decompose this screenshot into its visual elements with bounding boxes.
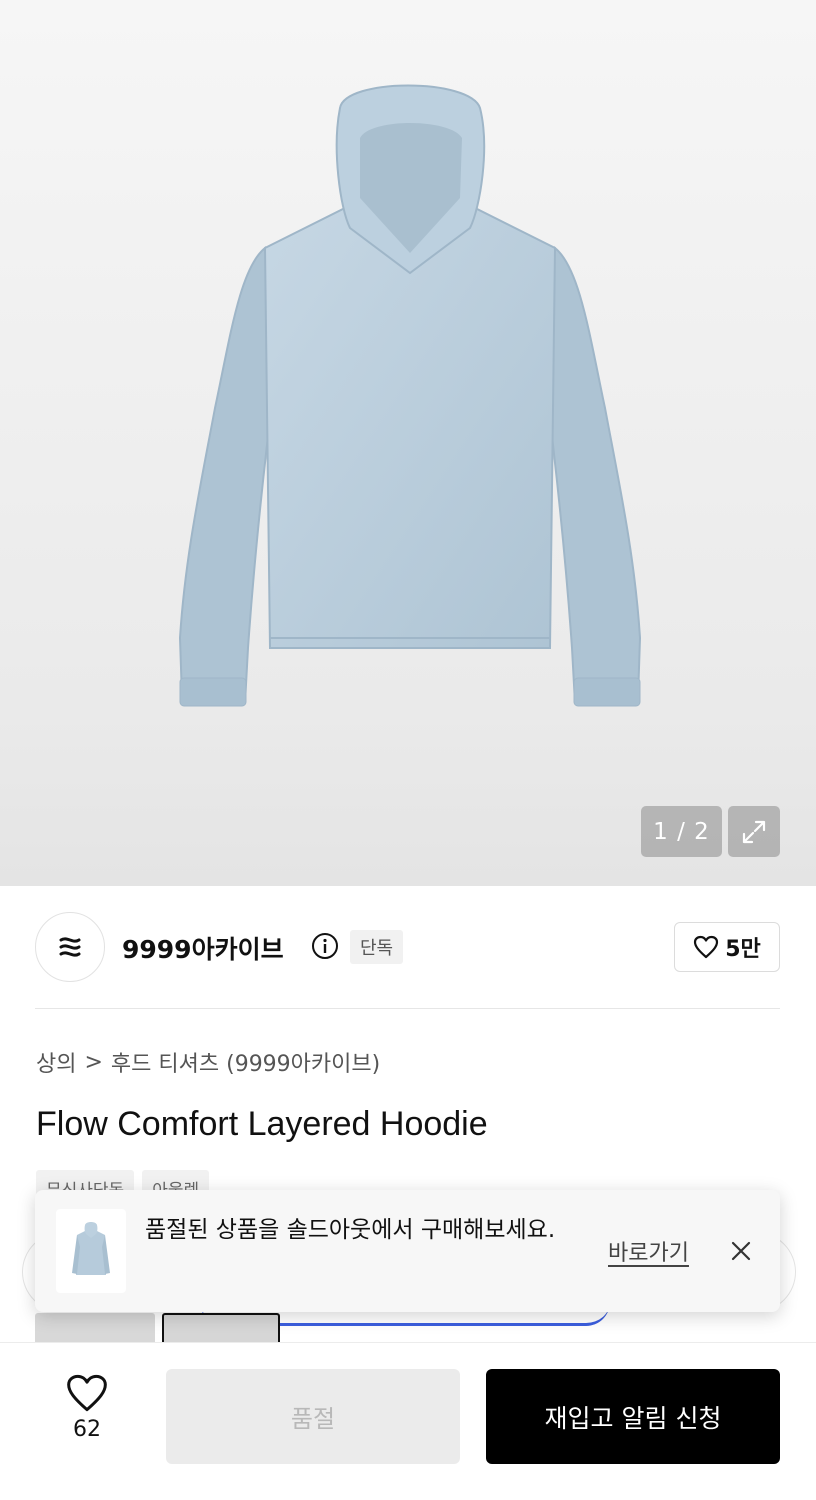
expand-arrows-icon: [742, 820, 766, 843]
image-counter: 1 / 2: [641, 806, 722, 857]
soldout-button[interactable]: 품절: [166, 1369, 460, 1464]
hoodie-thumbnail-image: [72, 1222, 110, 1275]
brand-row: 9999아카이브 단독 5만: [35, 912, 780, 982]
brand-name[interactable]: 9999아카이브: [122, 930, 284, 966]
heart-icon: [694, 935, 719, 959]
wish-button[interactable]: 62: [55, 1373, 119, 1463]
brand-logo[interactable]: [35, 912, 105, 982]
product-page: 1 / 2 9999아카이브 단독 5만 상의 > 후드 티셔츠 (9999아카…: [0, 0, 816, 1500]
chevron-right-icon: >: [84, 1049, 103, 1075]
exclusive-badge: 단독: [350, 930, 404, 964]
divider: [35, 1008, 780, 1009]
close-icon: [731, 1241, 751, 1261]
toast-message: 품절된 상품을 솔드아웃에서 구매해보세요.: [145, 1217, 556, 1243]
color-thumbnail-selected[interactable]: [162, 1313, 280, 1343]
hoodie-image: [178, 84, 642, 707]
expand-image-button[interactable]: [728, 806, 780, 857]
breadcrumb-category[interactable]: 상의: [36, 1046, 76, 1078]
product-title: Flow Comfort Layered Hoodie: [36, 1105, 488, 1143]
brand-like-button[interactable]: 5만: [674, 922, 780, 972]
bottom-action-bar: 62 품절 재입고 알림 신청: [0, 1342, 816, 1500]
soldout-toast: 품절된 상품을 솔드아웃에서 구매해보세요. 바로가기: [35, 1190, 780, 1312]
toast-product-thumbnail: [56, 1209, 126, 1293]
breadcrumb-subcategory[interactable]: 후드 티셔츠 (9999아카이브): [111, 1046, 380, 1078]
toast-go-link[interactable]: 바로가기: [608, 1235, 689, 1267]
brand-logo-icon: [59, 937, 81, 957]
toast-close-button[interactable]: [725, 1235, 757, 1267]
product-image-viewer[interactable]: 1 / 2: [0, 0, 816, 886]
brand-like-count: 5만: [725, 937, 761, 962]
heart-icon: [67, 1374, 107, 1412]
wish-count: 62: [73, 1417, 101, 1442]
color-thumbnail[interactable]: [35, 1313, 155, 1343]
restock-alert-button[interactable]: 재입고 알림 신청: [486, 1369, 780, 1464]
breadcrumb: 상의 > 후드 티셔츠 (9999아카이브): [36, 1046, 380, 1078]
info-icon[interactable]: [311, 932, 339, 960]
